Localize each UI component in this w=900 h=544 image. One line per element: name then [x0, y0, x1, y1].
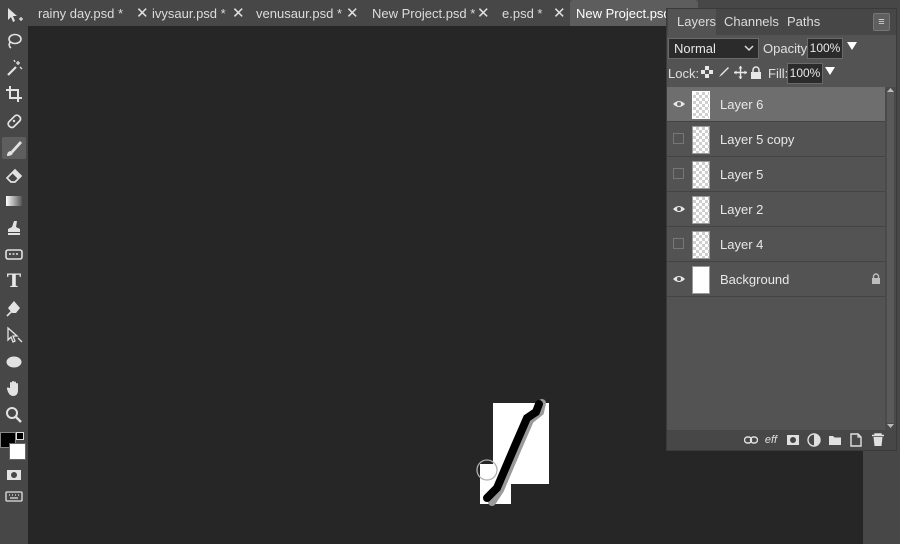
path-select-icon[interactable]	[2, 324, 26, 346]
visibility-toggle[interactable]	[673, 133, 684, 144]
clone-stamp-icon[interactable]	[2, 217, 26, 239]
healing-brush-icon[interactable]	[2, 110, 26, 132]
eye-icon[interactable]	[672, 97, 686, 111]
layer-row[interactable]: Layer 2	[667, 192, 885, 227]
layers-list: Layer 6 Layer 5 copy Layer 5 Layer 2 Lay…	[667, 87, 885, 430]
scroll-down-icon[interactable]	[887, 423, 894, 429]
keyboard-icon[interactable]	[2, 485, 26, 507]
tab-label: New Project.psd *	[372, 5, 476, 21]
lock-all-icon[interactable]	[749, 66, 763, 80]
tab-label: venusaur.psd *	[256, 5, 343, 21]
fill-field[interactable]: 100%	[787, 63, 823, 84]
close-icon[interactable]: ✕	[232, 4, 245, 22]
layer-thumbnail	[692, 266, 710, 294]
layers-scrollbar[interactable]	[885, 87, 896, 430]
hand-tool-icon[interactable]	[2, 377, 26, 399]
layer-name: Layer 4	[720, 237, 764, 252]
layer-name: Layer 5 copy	[720, 132, 795, 147]
magic-wand-icon[interactable]	[2, 57, 26, 79]
type-tool-icon[interactable]: T	[2, 270, 26, 292]
eye-icon[interactable]	[672, 272, 686, 286]
layer-row[interactable]: Layer 4	[667, 227, 885, 262]
adjustment-icon[interactable]	[806, 433, 822, 447]
tab-paths[interactable]: Paths	[787, 9, 820, 35]
tab-rainy-day[interactable]: rainy day.psd * ✕	[38, 0, 149, 26]
layer-thumbnail	[692, 126, 710, 154]
new-layer-icon[interactable]	[848, 433, 864, 447]
layer-row[interactable]: Background	[667, 262, 885, 297]
tab-label: New Project.psd *	[576, 5, 680, 21]
brush-cursor-icon	[476, 459, 498, 481]
lock-icon	[872, 273, 880, 284]
close-icon[interactable]: ✕	[136, 4, 149, 22]
lock-transparency-icon[interactable]	[700, 66, 714, 80]
quick-mask-icon[interactable]	[2, 464, 26, 486]
eye-icon[interactable]	[672, 202, 686, 216]
link-layers-icon[interactable]	[743, 433, 759, 447]
opacity-dropdown-icon[interactable]	[847, 40, 857, 52]
scrollbar-thumb[interactable]	[887, 91, 894, 423]
opacity-field[interactable]: 100%	[807, 38, 843, 59]
visibility-toggle[interactable]	[673, 168, 684, 179]
tab-e[interactable]: e.psd * ✕	[502, 0, 572, 26]
layers-panel: Layers Channels Paths ≡ Normal Opacity: …	[666, 8, 897, 451]
delete-layer-icon[interactable]	[870, 433, 886, 447]
default-colors-icon[interactable]	[16, 432, 24, 440]
layer-row[interactable]: Layer 5	[667, 157, 885, 192]
gradient-tool-icon[interactable]	[2, 190, 26, 212]
crop-tool-icon[interactable]	[2, 83, 26, 105]
ellipse-tool-icon[interactable]	[2, 351, 26, 373]
tab-label: rainy day.psd *	[38, 5, 124, 21]
eraser-tool-icon[interactable]	[2, 164, 26, 186]
folder-icon[interactable]	[827, 433, 843, 447]
visibility-toggle[interactable]	[673, 238, 684, 249]
fill-dropdown-icon[interactable]	[825, 65, 835, 77]
panel-tabs: Layers Channels Paths ≡	[667, 9, 896, 35]
chevron-down-icon	[744, 45, 754, 52]
lock-position-icon[interactable]	[733, 66, 747, 80]
close-icon[interactable]: ✕	[553, 4, 566, 22]
lasso-tool-icon[interactable]	[2, 30, 26, 52]
tab-label: ivysaur.psd *	[152, 5, 226, 21]
opacity-label: Opacity:	[763, 41, 811, 56]
background-color-swatch[interactable]	[9, 443, 26, 460]
brush-tool-icon[interactable]	[2, 137, 26, 159]
zoom-tool-icon[interactable]	[2, 404, 26, 426]
lock-label: Lock:	[668, 66, 700, 81]
layer-thumbnail	[692, 161, 710, 189]
tab-channels[interactable]: Channels	[724, 9, 779, 35]
blend-mode-select[interactable]: Normal	[668, 38, 759, 59]
layers-panel-footer: eff	[667, 430, 896, 450]
panel-menu-icon[interactable]: ≡	[873, 13, 890, 31]
layer-name: Layer 6	[720, 97, 764, 112]
brush-stroke	[483, 399, 546, 506]
layer-row[interactable]: Layer 6	[667, 87, 885, 122]
layer-name: Background	[720, 272, 790, 287]
tab-ivysaur[interactable]: ivysaur.psd * ✕	[152, 0, 252, 26]
tab-layers[interactable]: Layers	[668, 9, 716, 35]
lock-pixels-icon[interactable]	[717, 66, 731, 80]
layer-name: Layer 2	[720, 202, 764, 217]
layer-name: Layer 5	[720, 167, 764, 182]
smudge-tool-icon[interactable]	[2, 244, 26, 266]
tab-venusaur[interactable]: venusaur.psd * ✕	[256, 0, 366, 26]
pen-tool-icon[interactable]	[2, 297, 26, 319]
close-icon[interactable]: ✕	[346, 4, 359, 22]
fill-label: Fill:	[768, 66, 789, 81]
layer-thumbnail	[692, 196, 710, 224]
blend-mode-value: Normal	[674, 41, 716, 56]
move-tool-icon[interactable]	[2, 4, 26, 26]
tools-toolbar: T	[0, 0, 28, 544]
scroll-up-icon[interactable]	[887, 87, 894, 93]
layer-row[interactable]: Layer 5 copy	[667, 122, 885, 157]
tab-label: e.psd *	[502, 5, 543, 21]
tab-new-project[interactable]: New Project.psd * ✕	[372, 0, 497, 26]
layer-thumbnail	[692, 91, 710, 119]
mask-icon[interactable]	[785, 433, 801, 447]
layer-thumbnail	[692, 231, 710, 259]
close-icon[interactable]: ✕	[477, 4, 490, 22]
effects-icon[interactable]: eff	[763, 433, 779, 447]
type-tool-glyph: T	[6, 270, 22, 292]
